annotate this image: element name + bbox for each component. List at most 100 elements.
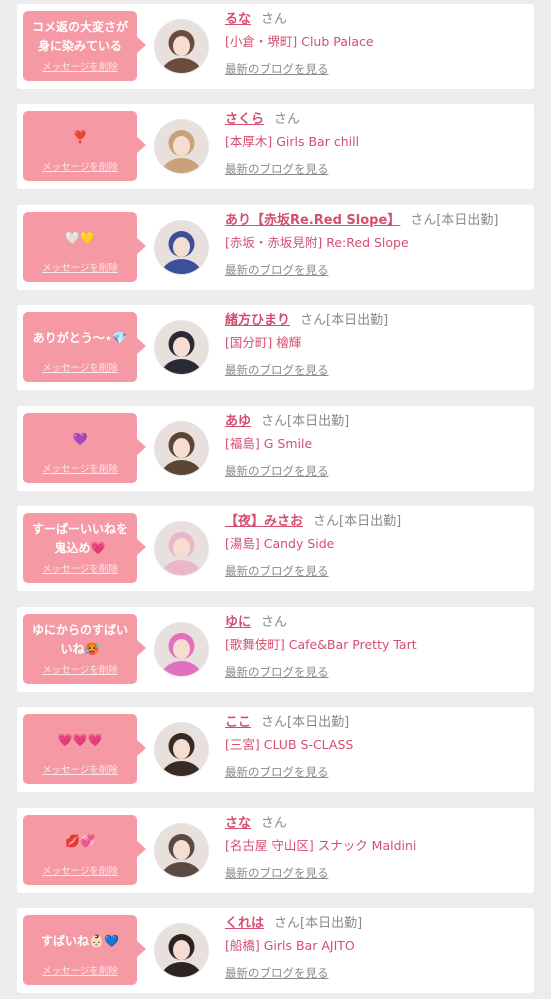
message-area: すばいね👶🏻💙	[25, 919, 135, 963]
shop-name: [名古屋 守山区] スナック Maldini	[225, 838, 417, 853]
avatar-face	[173, 438, 190, 458]
avatar[interactable]	[155, 723, 208, 776]
honorific: さん	[274, 916, 301, 931]
message-bubble: ❣️ メッセージを削除	[23, 111, 146, 181]
avatar-image	[155, 20, 208, 73]
shop-name: [歌舞伎町] Cafe&Bar Pretty Tart	[225, 637, 417, 652]
avatar[interactable]	[155, 221, 208, 274]
latest-blog-link[interactable]: 最新のブログを見る	[225, 563, 329, 579]
cast-name-link[interactable]: あり【赤坂Re.Red Slope】	[225, 213, 400, 228]
avatar-image	[155, 522, 208, 575]
cast-info: あり【赤坂Re.Red Slope】 さん[本日出勤] [赤坂・赤坂見附] Re:R…	[225, 212, 528, 278]
message-text: 💗💗💗	[57, 732, 103, 747]
honorific: さん	[300, 313, 327, 328]
delete-message-link[interactable]: メッセージを削除	[23, 561, 137, 575]
name-line: 緒方ひまり さん[本日出勤]	[225, 312, 528, 330]
message-area: 💋💞	[25, 819, 135, 863]
message-bubble: コメ返の大変さが 身に染みているメッセージを削除	[23, 11, 146, 81]
message-area: ありがとう〜⋆💎	[25, 316, 135, 360]
avatar-face	[173, 940, 190, 960]
message-area: ❣️	[25, 115, 135, 159]
duty-badge: [本日出勤]	[287, 414, 350, 429]
name-line: あり【赤坂Re.Red Slope】 さん[本日出勤]	[225, 212, 528, 230]
message-text: コメ返の大変さが 身に染みている	[31, 20, 128, 53]
list-item: 🤍💛 メッセージを削除 あり【赤坂Re.Red Slope】 さん[本日出勤] [赤坂・…	[17, 205, 534, 290]
list-item: 💜 メッセージを削除 あゆ さん[本日出勤] [福島] G Smile 最新のブログを見る	[17, 406, 534, 491]
latest-blog-link[interactable]: 最新のブログを見る	[225, 262, 329, 278]
message-bubble: すばいね👶🏻💙 メッセージを削除	[23, 915, 146, 985]
message-bubble: 💗💗💗 メッセージを削除	[23, 714, 146, 784]
name-line: くれは さん[本日出勤]	[225, 915, 528, 933]
avatar[interactable]	[155, 120, 208, 173]
avatar-face	[173, 739, 190, 759]
cast-info: 【夜】みさお さん[本日出勤] [湯島] Candy Side 最新のブログを見る	[225, 513, 528, 579]
duty-badge: [本日出勤]	[339, 514, 402, 529]
delete-message-link[interactable]: メッセージを削除	[23, 963, 137, 977]
avatar[interactable]	[155, 924, 208, 977]
honorific: さん	[261, 715, 288, 730]
avatar[interactable]	[155, 321, 208, 374]
delete-message-link[interactable]: メッセージを削除	[23, 461, 137, 475]
list-item: ❣️ メッセージを削除 さくら さん [本厚木] Girls Bar chill 最新のブ…	[17, 104, 534, 189]
message-area: 💜	[25, 417, 135, 461]
latest-blog-link[interactable]: 最新のブログを見る	[225, 61, 329, 77]
latest-blog-link[interactable]: 最新のブログを見る	[225, 664, 329, 680]
message-text: ❣️	[72, 129, 88, 144]
avatar[interactable]	[155, 623, 208, 676]
cast-name-link[interactable]: あゆ	[225, 414, 251, 429]
honorific: さん	[410, 213, 437, 228]
cast-info: 緒方ひまり さん[本日出勤] [国分町] 檜輝 最新のブログを見る	[225, 312, 528, 378]
delete-message-link[interactable]: メッセージを削除	[23, 863, 137, 877]
latest-blog-link[interactable]: 最新のブログを見る	[225, 463, 329, 479]
honorific: さん	[261, 816, 288, 831]
name-line: さくら さん	[225, 111, 528, 129]
name-line: 【夜】みさお さん[本日出勤]	[225, 513, 528, 531]
cast-info: ここ さん[本日出勤] [三宮] CLUB S-CLASS 最新のブログを見る	[225, 714, 528, 780]
avatar-image	[155, 321, 208, 374]
avatar[interactable]	[155, 522, 208, 575]
list-item: 💗💗💗 メッセージを削除 ここ さん[本日出勤] [三宮] CLUB S-CLASS 最新…	[17, 707, 534, 792]
list-item: すーぱーいいねを 鬼込め💗 メッセージを削除 【夜】みさお さん[本日出勤] [湯島] …	[17, 506, 534, 591]
shop-name: [三宮] CLUB S-CLASS	[225, 737, 354, 752]
message-area: 🤍💛	[25, 216, 135, 260]
latest-blog-link[interactable]: 最新のブログを見る	[225, 865, 329, 881]
delete-message-link[interactable]: メッセージを削除	[23, 159, 137, 173]
latest-blog-link[interactable]: 最新のブログを見る	[225, 764, 329, 780]
cast-name-link[interactable]: るな	[225, 12, 251, 27]
delete-message-link[interactable]: メッセージを削除	[23, 762, 137, 776]
avatar-image	[155, 723, 208, 776]
shop-name: [福島] G Smile	[225, 436, 313, 451]
message-text: 🤍💛	[65, 230, 95, 245]
list-item: コメ返の大変さが 身に染みているメッセージを削除 るな さん [小倉・堺町] Club…	[17, 4, 534, 89]
avatar[interactable]	[155, 824, 208, 877]
cast-name-link[interactable]: ゆに	[225, 615, 251, 630]
cast-info: るな さん [小倉・堺町] Club Palace 最新のブログを見る	[225, 11, 528, 77]
delete-message-link[interactable]: メッセージを削除	[23, 59, 137, 73]
message-bubble: 💜 メッセージを削除	[23, 413, 146, 483]
message-bubble: ありがとう〜⋆💎 メッセージを削除	[23, 312, 146, 382]
avatar[interactable]	[155, 20, 208, 73]
cast-name-link[interactable]: くれは	[225, 916, 264, 931]
shop-name: [船橋] Girls Bar AJITO	[225, 938, 355, 953]
cast-name-link[interactable]: 【夜】みさお	[225, 514, 303, 529]
delete-message-link[interactable]: メッセージを削除	[23, 662, 137, 676]
honorific: さん	[261, 615, 288, 630]
latest-blog-link[interactable]: 最新のブログを見る	[225, 362, 329, 378]
name-line: ゆに さん	[225, 614, 528, 632]
cast-name-link[interactable]: ここ	[225, 715, 251, 730]
avatar-image	[155, 221, 208, 274]
duty-badge: [本日出勤]	[326, 313, 389, 328]
latest-blog-link[interactable]: 最新のブログを見る	[225, 161, 329, 177]
cast-name-link[interactable]: 緒方ひまり	[225, 313, 290, 328]
message-area: 💗💗💗	[25, 718, 135, 762]
avatar-image	[155, 924, 208, 977]
cast-name-link[interactable]: さくら	[225, 112, 264, 127]
latest-blog-link[interactable]: 最新のブログを見る	[225, 965, 329, 981]
list-item: 💋💞 メッセージを削除 さな さん [名古屋 守山区] スナック Maldini 最新のブ…	[17, 808, 534, 893]
cast-name-link[interactable]: さな	[225, 816, 251, 831]
delete-message-link[interactable]: メッセージを削除	[23, 260, 137, 274]
duty-badge: [本日出勤]	[300, 916, 363, 931]
delete-message-link[interactable]: メッセージを削除	[23, 360, 137, 374]
message-bubble: すーぱーいいねを 鬼込め💗 メッセージを削除	[23, 513, 146, 583]
avatar[interactable]	[155, 422, 208, 475]
